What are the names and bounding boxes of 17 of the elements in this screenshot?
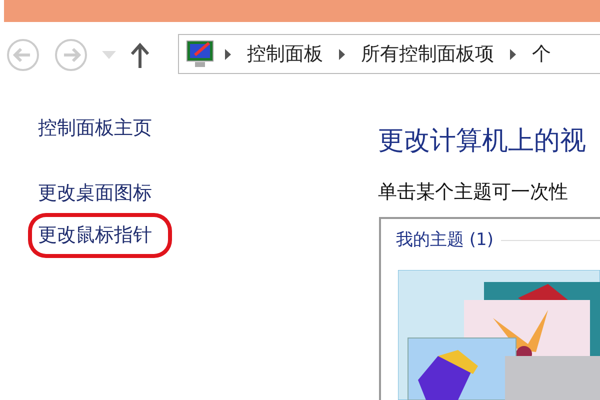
breadcrumb[interactable]: 个 [532, 40, 551, 68]
description-text: 单击某个主题可一次性 [378, 180, 568, 205]
breadcrumb[interactable]: 控制面板 [247, 40, 323, 68]
monitor-icon [185, 39, 215, 69]
sidebar-link[interactable]: 控制面板主页 [38, 114, 168, 142]
up-arrow-icon[interactable] [130, 42, 150, 68]
breadcrumb[interactable]: 所有控制面板项 [361, 40, 494, 68]
dropdown-caret-icon[interactable] [102, 51, 116, 59]
forward-icon[interactable] [54, 38, 88, 72]
chevron-icon [225, 48, 231, 60]
group-title: 我的主题 (1) [396, 229, 494, 252]
address-bar[interactable]: 控制面板 所有控制面板项 个 [178, 34, 600, 74]
back-icon[interactable] [6, 38, 40, 72]
chevron-icon [510, 48, 516, 60]
chevron-icon [339, 48, 345, 60]
page-heading: 更改计算机上的视 [378, 125, 586, 158]
sidebar-link[interactable]: 更改桌面图标 [38, 178, 168, 207]
